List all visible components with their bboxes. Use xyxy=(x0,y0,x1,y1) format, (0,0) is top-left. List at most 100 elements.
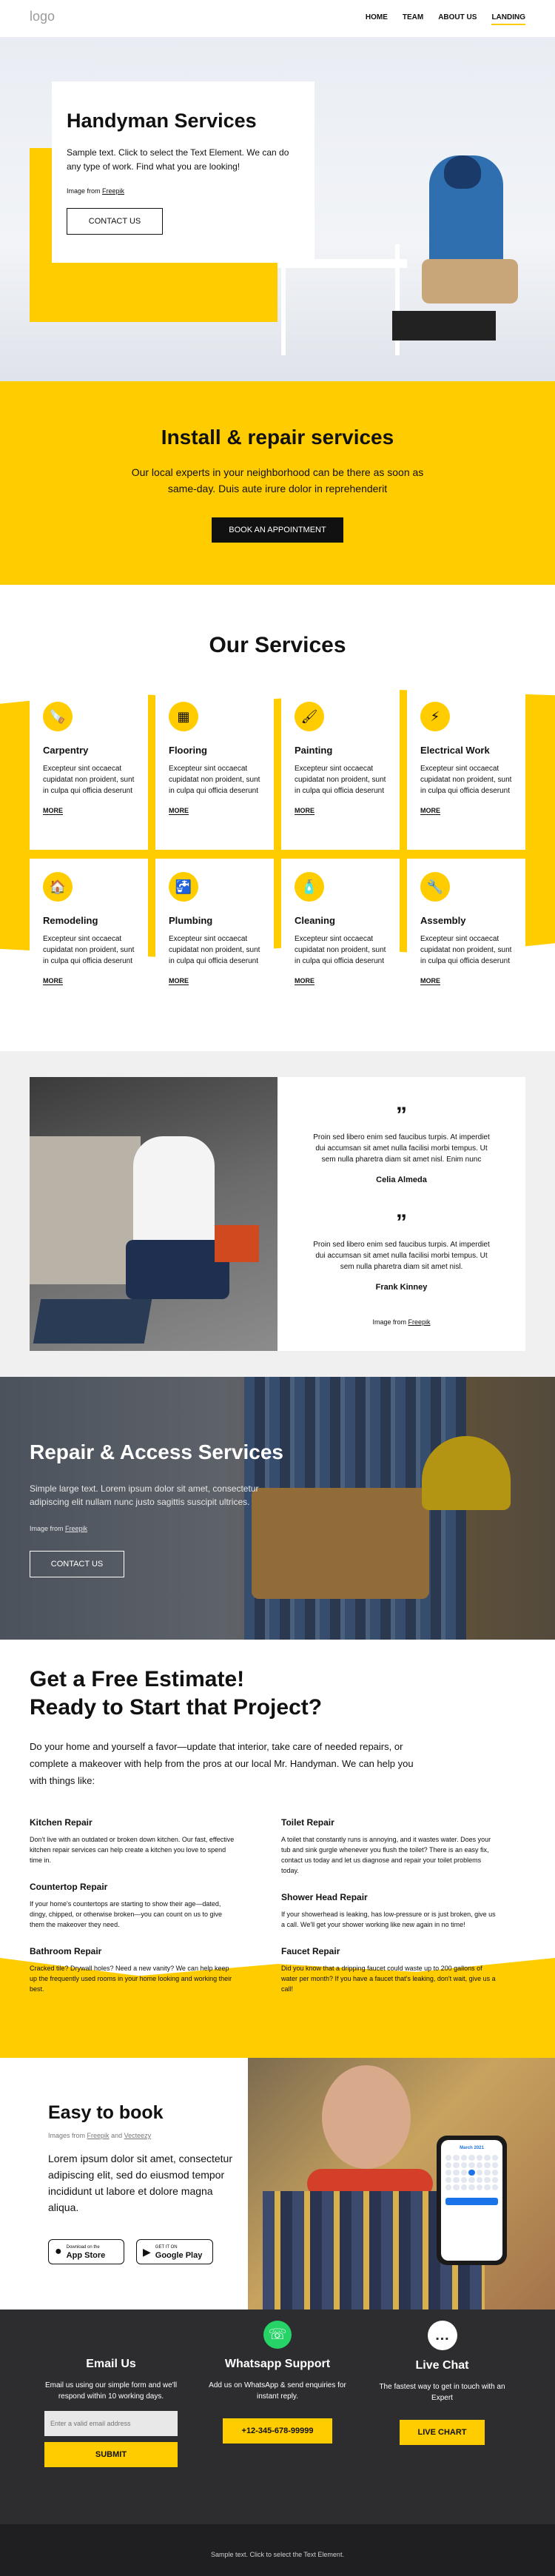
nav-home[interactable]: HOME xyxy=(366,13,388,25)
calendar-day[interactable] xyxy=(468,2155,475,2161)
hero-card: Handyman Services Sample text. Click to … xyxy=(52,81,314,263)
calendar-day[interactable] xyxy=(484,2170,491,2176)
email-title: Email Us xyxy=(86,2358,136,2370)
calendar-day[interactable] xyxy=(468,2184,475,2190)
service-more-link[interactable]: MORE xyxy=(295,977,314,985)
service-more-link[interactable]: MORE xyxy=(43,807,63,815)
whatsapp-text: Add us on WhatsApp & send enquiries for … xyxy=(209,2381,346,2401)
calendar-day[interactable] xyxy=(476,2177,483,2183)
estimate-right-column: Toilet Repair A toilet that constantly r… xyxy=(281,1817,496,2010)
service-more-link[interactable]: MORE xyxy=(169,977,189,985)
freepik-link[interactable]: Freepik xyxy=(87,2132,110,2139)
repair-item: Faucet Repair Did you know that a drippi… xyxy=(281,1946,496,1994)
site-header: logo HOME TEAM ABOUT US LANDING xyxy=(0,0,555,37)
submit-button[interactable]: SUBMIT xyxy=(44,2442,178,2467)
install-title: Install & repair services xyxy=(161,426,394,449)
calendar-day[interactable] xyxy=(476,2155,483,2161)
calendar-day[interactable] xyxy=(460,2170,468,2176)
service-card: 🚰 Plumbing Excepteur sint occaecat cupid… xyxy=(155,859,274,1020)
calendar-day[interactable] xyxy=(445,2177,452,2183)
calendar-day[interactable] xyxy=(453,2155,460,2161)
calendar-day[interactable] xyxy=(445,2184,452,2190)
contact-us-button[interactable]: CONTACT US xyxy=(67,208,163,235)
booking-button[interactable] xyxy=(445,2198,498,2205)
calendar-day[interactable] xyxy=(460,2177,468,2183)
nav-landing[interactable]: LANDING xyxy=(491,13,525,25)
calendar-day[interactable] xyxy=(484,2184,491,2190)
service-title: Remodeling xyxy=(43,915,98,926)
service-card: ▦ Flooring Excepteur sint occaecat cupid… xyxy=(155,688,274,850)
service-card: 🔧 Assembly Excepteur sint occaecat cupid… xyxy=(407,859,525,1020)
freepik-link[interactable]: Freepik xyxy=(408,1318,431,1326)
calendar-day[interactable] xyxy=(468,2177,475,2183)
calendar-day[interactable] xyxy=(484,2155,491,2161)
calendar-day[interactable] xyxy=(476,2184,483,2190)
calendar-day[interactable] xyxy=(491,2155,498,2161)
calendar-day[interactable] xyxy=(491,2177,498,2183)
tool-case xyxy=(33,1299,152,1344)
service-more-link[interactable]: MORE xyxy=(43,977,63,985)
service-more-link[interactable]: MORE xyxy=(295,807,314,815)
service-title: Plumbing xyxy=(169,915,213,926)
service-more-link[interactable]: MORE xyxy=(420,807,440,815)
house-icon: 🏠 xyxy=(43,872,73,902)
service-description: Excepteur sint occaecat cupidatat non pr… xyxy=(169,935,260,965)
live-chat-button[interactable]: LIVE CHART xyxy=(400,2420,485,2445)
live-chat-title: Live Chat xyxy=(415,2359,469,2372)
calendar-day[interactable] xyxy=(453,2170,460,2176)
sink-cabinet xyxy=(30,1136,141,1284)
hero-credit: Image from Freepik xyxy=(67,187,125,195)
calendar-day[interactable] xyxy=(445,2155,452,2161)
repair-item-text: A toilet that constantly runs is annoyin… xyxy=(281,1836,491,1874)
estimate-section: Get a Free Estimate! Ready to Start that … xyxy=(0,1640,555,2058)
repair-item: Kitchen Repair Don't live with an outdat… xyxy=(30,1817,237,1865)
services-section: Our Services 🪚 Carpentry Excepteur sint … xyxy=(0,585,555,1051)
repair-item-text: Don't live with an outdated or broken do… xyxy=(30,1836,235,1864)
calendar-day[interactable] xyxy=(460,2162,468,2168)
calendar-day[interactable] xyxy=(468,2170,475,2176)
calendar-day[interactable] xyxy=(484,2162,491,2168)
service-description: Excepteur sint occaecat cupidatat non pr… xyxy=(43,765,135,795)
calendar-day[interactable] xyxy=(460,2155,468,2161)
book-appointment-button[interactable]: BOOK AN APPOINTMENT xyxy=(212,517,343,543)
toolbox xyxy=(392,311,496,341)
worker-face xyxy=(322,2065,411,2169)
calendar-day[interactable] xyxy=(460,2184,468,2190)
calendar-day[interactable] xyxy=(445,2170,452,2176)
toolbox-red xyxy=(215,1225,259,1262)
calendar-day[interactable] xyxy=(476,2162,483,2168)
calendar-day[interactable] xyxy=(468,2162,475,2168)
email-input[interactable] xyxy=(44,2411,178,2436)
service-more-link[interactable]: MORE xyxy=(420,977,440,985)
repair-item: Bathroom Repair Cracked tile? Drywall ho… xyxy=(30,1946,237,1994)
nav-team[interactable]: TEAM xyxy=(403,13,423,25)
repair-item-title: Countertop Repair xyxy=(30,1882,108,1892)
calendar-day[interactable] xyxy=(453,2177,460,2183)
calendar-day[interactable] xyxy=(491,2170,498,2176)
repair-item-text: Did you know that a dripping faucet coul… xyxy=(281,1965,496,1993)
calendar-day[interactable] xyxy=(453,2162,460,2168)
google-play-button[interactable]: ▶ GET IT ON Google Play xyxy=(136,2239,213,2264)
testimonial-author: Celia Almeda xyxy=(376,1175,427,1184)
hero-section: Handyman Services Sample text. Click to … xyxy=(0,37,555,381)
nav-about-us[interactable]: ABOUT US xyxy=(438,13,477,25)
repair-contact-button[interactable]: CONTACT US xyxy=(30,1551,124,1577)
calendar-day[interactable] xyxy=(491,2162,498,2168)
freepik-link[interactable]: Freepik xyxy=(65,1525,87,1532)
calendar-day[interactable] xyxy=(453,2184,460,2190)
whatsapp-title: Whatsapp Support xyxy=(224,2358,331,2370)
service-title: Cleaning xyxy=(295,915,335,926)
repair-item-title: Kitchen Repair xyxy=(30,1817,92,1828)
freepik-link[interactable]: Freepik xyxy=(102,187,124,195)
estimate-intro: Do your home and yourself a favor—update… xyxy=(30,1741,414,1786)
calendar-day[interactable] xyxy=(445,2162,452,2168)
vecteezy-link[interactable]: Vecteezy xyxy=(124,2132,152,2139)
app-store-button[interactable]: ● Download on the App Store xyxy=(48,2239,124,2264)
calendar-day[interactable] xyxy=(476,2170,483,2176)
logo[interactable]: logo xyxy=(30,9,55,24)
service-more-link[interactable]: MORE xyxy=(169,807,189,815)
book-credit: Images from Freepik and Vecteezy xyxy=(48,2132,152,2139)
calendar-day[interactable] xyxy=(491,2184,498,2190)
calendar-day[interactable] xyxy=(484,2177,491,2183)
whatsapp-number-button[interactable]: +12-345-678-99999 xyxy=(223,2418,332,2443)
